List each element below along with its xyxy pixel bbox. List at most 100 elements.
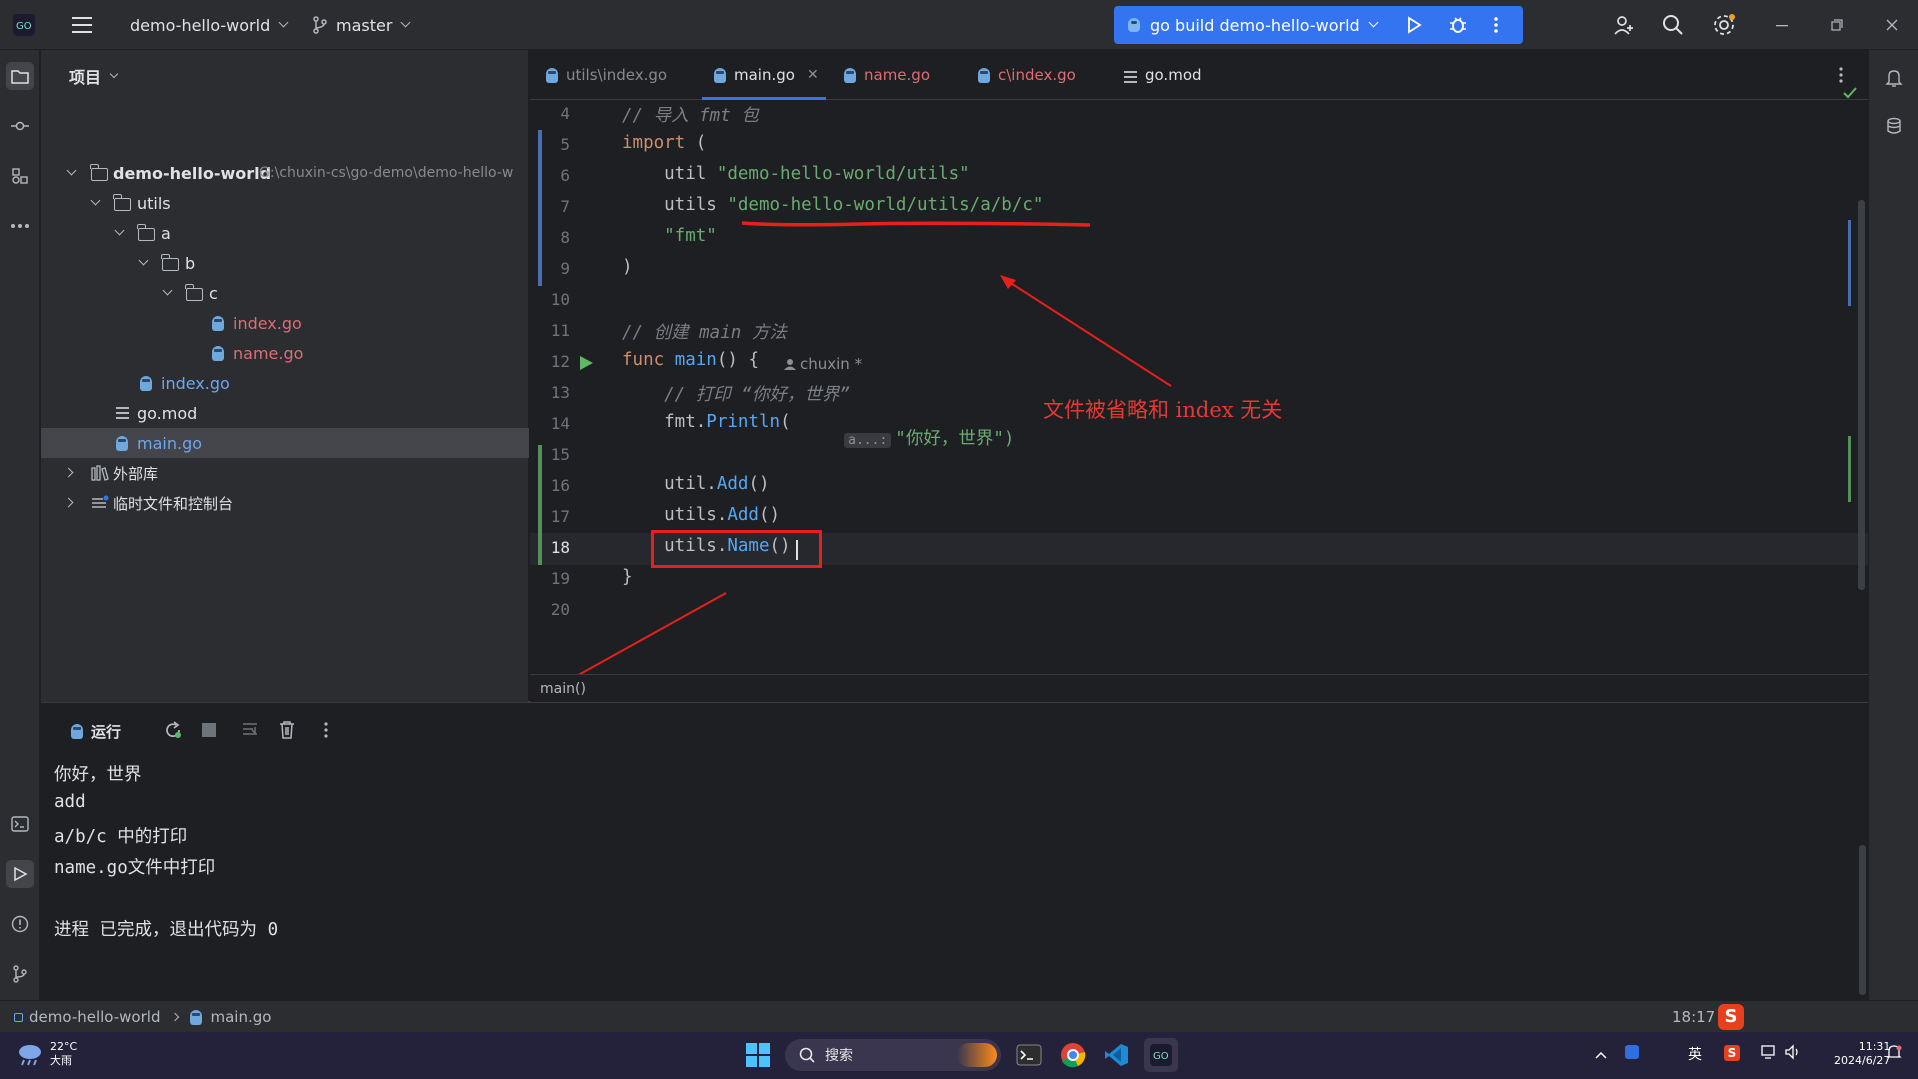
run-gutter-icon[interactable]	[578, 355, 594, 375]
line-number[interactable]: 15	[530, 445, 570, 464]
settings-gear-icon[interactable]	[1712, 0, 1736, 50]
more-tools-icon[interactable]	[6, 212, 34, 240]
tree-file-go-mod[interactable]: go.mod	[41, 398, 529, 428]
add-user-icon[interactable]	[1612, 0, 1636, 50]
code-editor[interactable]: 4// 导入 fmt 包 5 import (6 util "demo-hello-…	[530, 87, 1868, 674]
problems-icon[interactable]	[6, 910, 34, 938]
close-window-icon[interactable]	[1885, 0, 1899, 50]
run-configuration-selector[interactable]: go build demo-hello-world	[1114, 6, 1523, 44]
tree-file-c-index-go[interactable]: index.go	[41, 308, 529, 338]
code-line[interactable]: fmt.Println(	[622, 412, 790, 432]
run-icon[interactable]	[1404, 15, 1424, 39]
commit-icon[interactable]	[6, 112, 34, 140]
restore-icon[interactable]	[1830, 0, 1844, 50]
run-tool-icon[interactable]	[6, 860, 34, 888]
goland-logo[interactable]: GO	[12, 0, 36, 50]
branch-switcher[interactable]: master	[312, 0, 411, 50]
inspection-ok-icon[interactable]	[1842, 86, 1858, 104]
goland-app-icon[interactable]: GO	[1144, 1038, 1178, 1072]
stop-icon[interactable]	[201, 722, 217, 742]
status-breadcrumb[interactable]: demo-hello-world main.go	[14, 1001, 271, 1033]
database-icon[interactable]	[1880, 112, 1908, 140]
minimize-icon[interactable]	[1775, 0, 1789, 50]
code-line[interactable]: // 导入 fmt 包	[622, 102, 759, 127]
taskbar-search[interactable]: 搜索	[785, 1039, 1001, 1071]
terminal-app-icon[interactable]	[1016, 1042, 1042, 1072]
tree-file-main-go[interactable]: main.go	[41, 428, 529, 458]
volume-icon[interactable]	[1784, 1044, 1802, 1064]
tree-folder-c[interactable]: c	[41, 278, 529, 308]
line-number[interactable]: 14	[530, 414, 570, 433]
line-number[interactable]: 16	[530, 476, 570, 495]
line-number[interactable]: 11	[530, 321, 570, 340]
code-line[interactable]: "fmt"	[622, 226, 717, 246]
tab-utils-index-go[interactable]: utils\index.go	[546, 50, 667, 100]
code-line[interactable]: )	[622, 257, 633, 277]
tree-file-c-name-go[interactable]: name.go	[41, 338, 529, 368]
project-folder-icon[interactable]	[6, 62, 34, 90]
code-line[interactable]: import (	[622, 133, 706, 153]
code-line[interactable]: util "demo-hello-world/utils"	[622, 164, 970, 184]
line-number[interactable]: 8	[530, 228, 570, 247]
console-vertical-scrollbar[interactable]	[1859, 845, 1866, 995]
tree-folder-b[interactable]: b	[41, 248, 529, 278]
line-number[interactable]: 6	[530, 166, 570, 185]
tree-folder-utils[interactable]: utils	[41, 188, 529, 218]
tray-app-icon[interactable]	[1624, 1044, 1640, 1064]
editor-vertical-scrollbar[interactable]	[1858, 200, 1865, 590]
network-icon[interactable]	[1760, 1044, 1776, 1064]
line-number[interactable]: 13	[530, 383, 570, 402]
code-line[interactable]: utils.Add()	[622, 505, 780, 525]
line-number[interactable]: 10	[530, 290, 570, 309]
tab-name-go[interactable]: name.go	[844, 50, 930, 100]
tree-scratches-consoles[interactable]: 临时文件和控制台	[41, 488, 529, 518]
ime-toolbar[interactable]: S	[1718, 1001, 1918, 1033]
code-line[interactable]: // 创建 main 方法	[622, 319, 787, 344]
chrome-app-icon[interactable]	[1060, 1042, 1086, 1072]
clock[interactable]: 11:31 2024/6/27	[1834, 1040, 1890, 1068]
line-number[interactable]: 12	[530, 352, 570, 371]
line-number[interactable]: 9	[530, 259, 570, 278]
tab-main-go[interactable]: main.go ✕	[702, 50, 826, 100]
code-line[interactable]: }	[622, 567, 633, 587]
more-actions-icon[interactable]	[1492, 15, 1500, 39]
line-number[interactable]: 7	[530, 197, 570, 216]
line-number[interactable]: 19	[530, 569, 570, 588]
search-icon[interactable]	[1662, 0, 1684, 50]
tree-file-utils-index-go[interactable]: index.go	[41, 368, 529, 398]
code-line[interactable]: utils "demo-hello-world/utils/a/b/c"	[622, 195, 1043, 215]
clear-trash-icon[interactable]	[278, 720, 296, 744]
sogou-tray-icon[interactable]: S	[1724, 1043, 1740, 1061]
line-number[interactable]: 18	[530, 538, 570, 557]
notifications-bell-icon[interactable]	[1880, 64, 1908, 92]
code-line[interactable]: util.Add()	[622, 474, 769, 494]
close-tab-icon[interactable]: ✕	[807, 67, 819, 83]
tree-root-demo-hello-world[interactable]: demo-hello-world G:\chuxin-cs\go-demo\de…	[41, 158, 529, 188]
debug-icon[interactable]	[1448, 15, 1468, 39]
tree-folder-a[interactable]: a	[41, 218, 529, 248]
main-menu-icon[interactable]	[72, 0, 94, 50]
line-number[interactable]: 5	[530, 135, 570, 154]
notification-center-icon[interactable]	[1886, 1044, 1902, 1064]
run-tab[interactable]: 运行	[71, 721, 121, 742]
project-switcher[interactable]: demo-hello-world	[130, 0, 289, 50]
run-more-icon[interactable]	[323, 721, 329, 743]
line-number[interactable]: 17	[530, 507, 570, 526]
tree-external-libraries[interactable]: 外部库	[41, 458, 529, 488]
weather-widget[interactable]: 22°C 大雨	[16, 1040, 77, 1068]
code-line[interactable]: // 打印 “你好，世界”	[622, 381, 850, 406]
vscode-app-icon[interactable]	[1103, 1042, 1129, 1072]
tab-c-index-go[interactable]: c\index.go	[978, 50, 1076, 100]
rerun-icon[interactable]	[163, 720, 183, 744]
git-icon[interactable]	[6, 960, 34, 988]
tab-go-mod[interactable]: go.mod	[1124, 50, 1202, 100]
cursor-position[interactable]: 18:17	[1672, 1001, 1715, 1033]
function-breadcrumb[interactable]: main()	[530, 674, 1868, 702]
structure-icon[interactable]	[6, 162, 34, 190]
windows-start-icon[interactable]	[746, 1043, 770, 1071]
ime-indicator[interactable]: 英	[1688, 1044, 1702, 1064]
project-panel-header[interactable]: 项目	[69, 64, 119, 88]
code-line[interactable]: func main() {	[622, 350, 759, 370]
scroll-to-end-icon[interactable]	[241, 721, 259, 743]
tray-overflow-icon[interactable]	[1594, 1046, 1608, 1064]
